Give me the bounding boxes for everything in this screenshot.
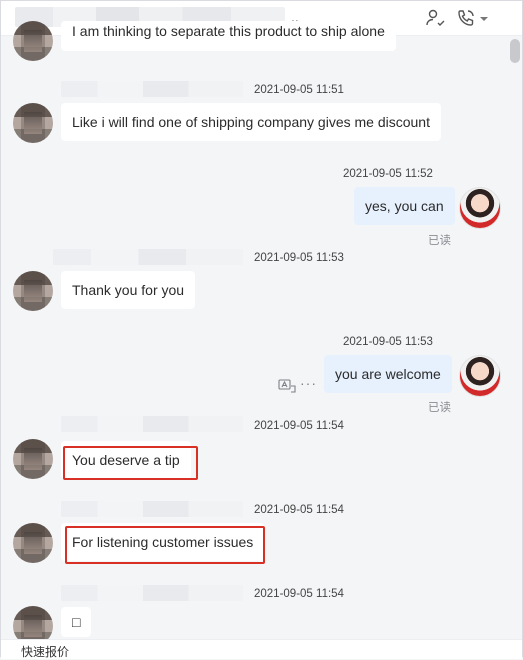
message-text: you are welcome [335, 366, 441, 382]
sender-name-blurred [61, 585, 243, 601]
chat-window: .. I am thinking to separate this produc… [0, 0, 523, 660]
translate-icon[interactable] [278, 379, 296, 393]
sender-name-blurred [61, 416, 243, 432]
quick-quote-button[interactable]: 快速报价 [21, 643, 69, 660]
message-bubble-mine: yes, you can [354, 187, 455, 225]
message-timestamp: 2021-09-05 11:54 [254, 504, 344, 516]
read-status: 已读 [428, 402, 451, 414]
highlight-box [63, 446, 198, 480]
add-contact-icon[interactable] [425, 8, 445, 28]
message-timestamp: 2021-09-05 11:53 [343, 336, 433, 348]
message-text: □ [72, 614, 81, 630]
avatar[interactable] [13, 271, 53, 311]
read-status: 已读 [428, 235, 451, 247]
message-bubble: Thank you for you [61, 271, 196, 309]
message-timestamp: 2021-09-05 11:54 [254, 420, 344, 432]
scrollbar-thumb[interactable] [510, 39, 520, 63]
sender-name-blurred [53, 249, 243, 265]
message-bubble: Like i will find one of shipping company… [61, 103, 441, 141]
my-avatar[interactable] [459, 187, 501, 229]
message-text: Like i will find one of shipping company… [72, 114, 430, 130]
message-timestamp: 2021-09-05 11:51 [254, 84, 344, 96]
avatar[interactable] [13, 439, 53, 479]
message-bubble: □ [61, 607, 92, 637]
avatar[interactable] [13, 103, 53, 143]
sender-name-blurred [61, 501, 243, 517]
avatar[interactable] [13, 21, 53, 61]
input-toolbar [1, 639, 522, 659]
message-text: Thank you for you [72, 282, 185, 298]
my-avatar[interactable] [459, 355, 501, 397]
avatar[interactable] [13, 523, 53, 563]
message-timestamp: 2021-09-05 11:52 [343, 168, 433, 180]
more-options-icon[interactable]: ··· [300, 375, 317, 391]
chevron-down-icon[interactable] [479, 8, 489, 28]
sender-name-blurred [61, 81, 243, 97]
highlight-box [65, 526, 265, 564]
message-text: yes, you can [365, 198, 444, 214]
message-timestamp: 2021-09-05 11:54 [254, 588, 344, 600]
message-text: I am thinking to separate this product t… [72, 23, 385, 39]
message-bubble-mine: you are welcome [324, 355, 452, 393]
phone-icon[interactable] [456, 8, 476, 28]
message-bubble: I am thinking to separate this product t… [61, 21, 396, 51]
message-timestamp: 2021-09-05 11:53 [254, 252, 344, 264]
